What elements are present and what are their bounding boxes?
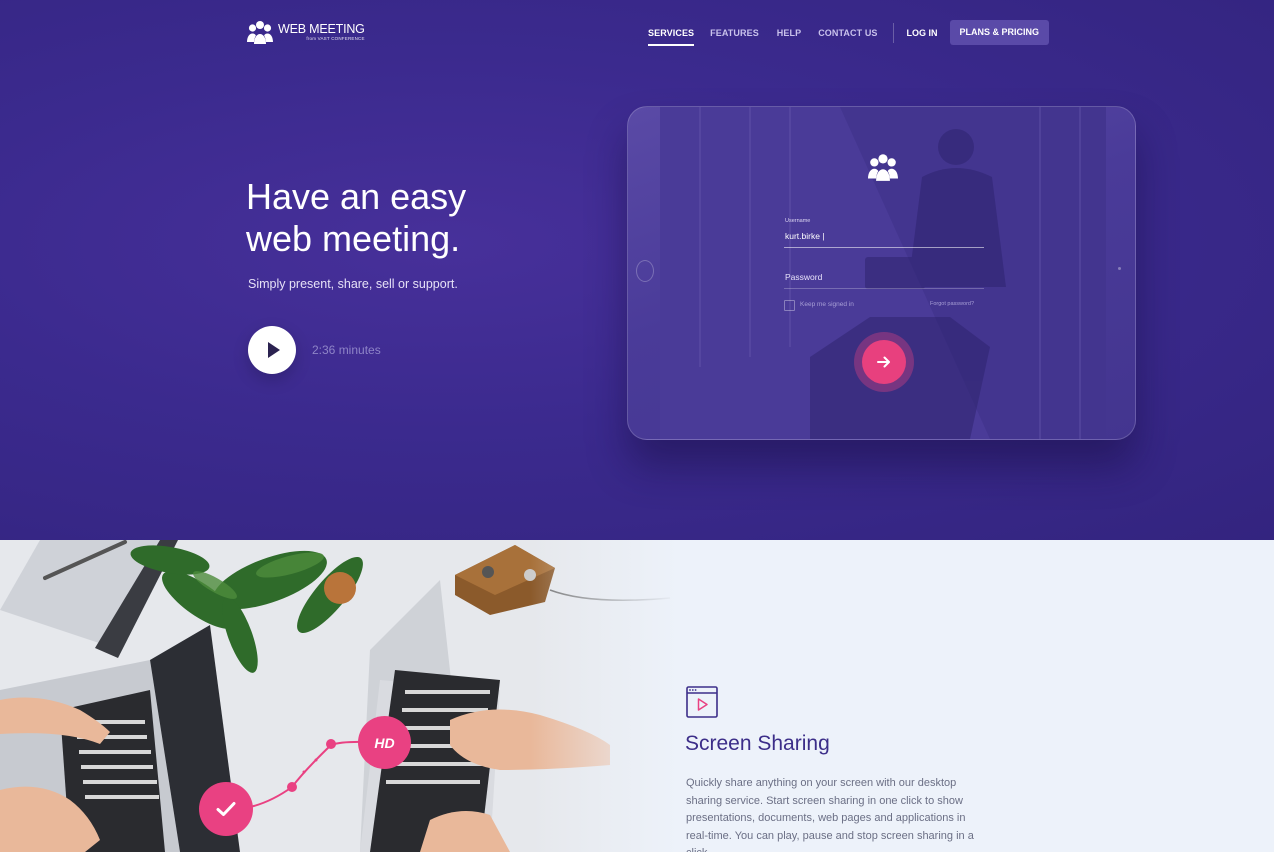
login-link[interactable]: LOG IN [907,28,938,38]
forgot-password-link[interactable]: Forgot password? [930,301,974,307]
screen-play-icon [686,686,718,718]
username-field[interactable]: kurt.birke | [785,231,825,241]
hero-headline: Have an easy web meeting. [246,176,466,260]
feature-description: Quickly share anything on your screen wi… [686,777,974,852]
plans-pricing-button[interactable]: PLANS & PRICING [949,20,1050,45]
nav-item-help[interactable]: HELP [777,28,801,38]
video-duration: 2:36 minutes [312,343,381,357]
people-logo-icon [868,154,898,181]
hero-subheading: Simply present, share, sell or support. [248,277,458,291]
feature-title: Screen Sharing [685,732,830,755]
tablet-camera [636,260,654,282]
arrow-right-icon [877,356,890,368]
play-icon [268,342,280,358]
brand-name: WEB MEETING [278,21,365,36]
username-label: Username [785,218,811,224]
hero-headline-line2: web meeting. [246,218,461,259]
login-submit-button[interactable] [862,340,906,384]
nav-item-services[interactable]: SERVICES [648,28,695,46]
hd-badge: HD [358,716,411,769]
keep-signed-in-checkbox[interactable] [784,300,795,311]
brand-logo[interactable]: WEB MEETING from VAST CONFERENCE [247,20,365,44]
laptops-desk-photo [0,540,680,852]
main-nav: SERVICES FEATURES HELP CONTACT US LOG IN… [648,20,1050,46]
hero-section: WEB MEETING from VAST CONFERENCE SERVICE… [0,0,1274,540]
check-icon [216,802,236,816]
tablet-sensor-dot [1118,267,1121,270]
people-logo-icon [247,21,273,44]
password-underline [784,288,984,289]
keep-signed-in-label: Keep me signed in [800,301,854,308]
check-badge [199,782,253,836]
nav-item-contact-us[interactable]: CONTACT US [818,28,877,38]
brand-tagline: from VAST CONFERENCE [306,36,365,41]
tablet-login-mockup: Username kurt.birke | Password Keep me s… [627,106,1136,440]
nav-divider [892,22,894,43]
hero-headline-line1: Have an easy [246,176,467,217]
nav-item-features[interactable]: FEATURES [710,28,759,38]
screen-sharing-section: HD Screen Sharing Quickly share anything… [0,540,1274,852]
play-video-button[interactable] [248,326,296,374]
password-field[interactable]: Password [785,272,822,282]
username-underline [784,247,984,248]
